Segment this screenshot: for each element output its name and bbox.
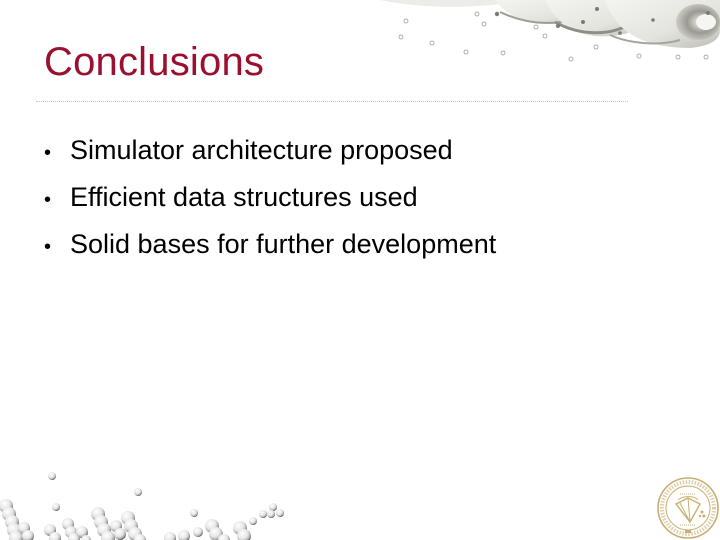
bullet-icon: • (44, 236, 52, 258)
bullet-item: • Simulator architecture proposed (44, 128, 496, 175)
slide: Conclusions • Simulator architecture pro… (0, 0, 720, 540)
bullet-text: Efficient data structures used (70, 182, 418, 212)
particle-spheres-icon (0, 472, 284, 540)
bullet-item: • Efficient data structures used (44, 175, 496, 222)
swirl-decoration-icon (380, 0, 720, 62)
bullet-list: • Simulator architecture proposed • Effi… (44, 128, 496, 269)
slide-title: Conclusions (44, 40, 265, 84)
bullet-icon: • (44, 189, 52, 211)
bullet-item: • Solid bases for further development (44, 222, 496, 269)
bullet-text: Solid bases for further development (70, 229, 497, 259)
bullet-icon: • (44, 142, 52, 164)
university-seal-icon (657, 477, 719, 539)
title-separator (36, 101, 628, 102)
bullet-text: Simulator architecture proposed (70, 135, 453, 165)
